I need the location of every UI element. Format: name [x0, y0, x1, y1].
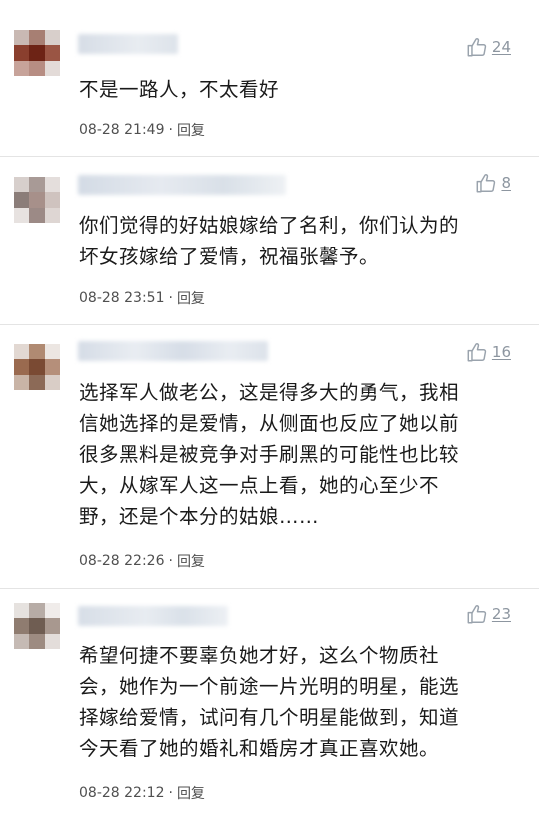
divider — [0, 324, 539, 325]
like-button[interactable]: 23 — [466, 603, 511, 625]
avatar[interactable] — [14, 177, 60, 223]
comment-text: 你们觉得的好姑娘嫁给了名利，你们认为的 坏女孩嫁给了爱情，祝福张馨予。 — [79, 214, 460, 268]
thumbs-up-icon — [467, 605, 487, 624]
like-button[interactable]: 8 — [475, 172, 511, 194]
avatar[interactable] — [14, 30, 60, 76]
reply-button[interactable]: 回复 — [177, 783, 205, 803]
thumbs-up-icon — [467, 343, 487, 362]
divider — [0, 588, 539, 589]
username-blurred[interactable] — [78, 341, 268, 361]
thumbs-up-icon — [467, 38, 487, 57]
comment-meta: 08-28 23:51 · 回复 — [79, 288, 205, 308]
timestamp: 08-28 23:51 — [79, 290, 165, 306]
avatar[interactable] — [14, 344, 60, 390]
avatar[interactable] — [14, 603, 60, 649]
username-blurred[interactable] — [78, 34, 178, 54]
like-count: 8 — [501, 174, 511, 192]
timestamp: 08-28 22:26 — [79, 553, 165, 569]
meta-separator: · — [168, 553, 173, 569]
username-blurred[interactable] — [78, 175, 286, 195]
like-count: 16 — [491, 343, 511, 361]
comment-meta: 08-28 22:12 · 回复 — [79, 783, 205, 803]
comment-text: 希望何捷不要辜负她才好，这么个物质社 会，她作为一个前途一片光明的明星，能选 择… — [79, 644, 460, 760]
timestamp: 08-28 22:12 — [79, 785, 165, 801]
reply-button[interactable]: 回复 — [177, 120, 205, 140]
thumbs-up-icon — [477, 174, 496, 193]
like-button[interactable]: 24 — [466, 36, 511, 58]
comment-meta: 08-28 22:26 · 回复 — [79, 551, 205, 571]
divider — [0, 156, 539, 157]
meta-separator: · — [168, 290, 173, 306]
like-count: 23 — [491, 605, 511, 623]
like-button[interactable]: 16 — [466, 341, 511, 363]
like-count: 24 — [491, 38, 511, 56]
reply-button[interactable]: 回复 — [177, 288, 205, 308]
comment-meta: 08-28 21:49 · 回复 — [79, 120, 205, 140]
timestamp: 08-28 21:49 — [79, 122, 165, 138]
username-blurred[interactable] — [78, 606, 228, 626]
comment-text: 选择军人做老公，这是得多大的勇气，我相 信她选择的是爱情，从侧面也反应了她以前 … — [79, 381, 460, 528]
comment-text: 不是一路人，不太看好 — [79, 78, 280, 101]
reply-button[interactable]: 回复 — [177, 551, 205, 571]
meta-separator: · — [168, 785, 173, 801]
meta-separator: · — [168, 122, 173, 138]
